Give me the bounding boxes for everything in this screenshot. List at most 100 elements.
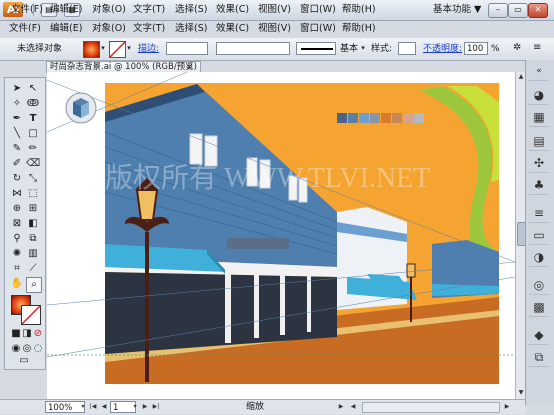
zoom-tool-icon[interactable]: ⌕ [26, 277, 42, 293]
lasso-tool-icon[interactable]: ↂ [26, 97, 40, 111]
free-transform-tool-icon[interactable]: ⬚ [26, 187, 40, 201]
rotate-tool-icon[interactable]: ↻ [10, 172, 24, 186]
menu-select[interactable]: 选择(S) [175, 4, 207, 16]
gradient-tool-icon[interactable]: ◧ [26, 217, 40, 231]
menu-view[interactable]: 视图(V) [258, 4, 291, 16]
none-mode-icon[interactable]: ⊘ [31, 327, 45, 341]
appearance-panel-icon[interactable]: ◎ [529, 276, 549, 295]
selection-tool-icon[interactable]: ➤ [10, 82, 24, 96]
shape-builder-tool-icon[interactable]: ⊕ [10, 202, 24, 216]
artwork: 版权所有 WWW.TLVI.NET [46, 71, 516, 384]
scroll-right-icon[interactable]: ▶ [502, 402, 512, 412]
mesh-tool-icon[interactable]: ⊠ [10, 217, 24, 231]
menu-type-row[interactable]: 文字(T) [133, 23, 165, 35]
first-artboard-icon[interactable]: |◀ [88, 402, 98, 412]
eraser-tool-icon[interactable]: ⌫ [26, 157, 40, 171]
close-icon[interactable]: ✕ [528, 3, 548, 18]
graphic-style-swatch[interactable] [398, 42, 416, 55]
menu-type[interactable]: 文字(T) [133, 4, 165, 16]
direct-selection-tool-icon[interactable]: ↖ [26, 82, 40, 96]
minimize-icon[interactable]: – [488, 3, 508, 18]
magic-wand-tool-icon[interactable]: ✧ [10, 97, 24, 111]
menu-object-row[interactable]: 对象(O) [92, 23, 126, 35]
hand-tool-icon[interactable]: ✋ [10, 277, 24, 291]
perspective-grid-tool-icon[interactable]: ⊞ [26, 202, 40, 216]
horizontal-scroll-track[interactable] [362, 402, 500, 413]
paintbrush-tool-icon[interactable]: ✎ [10, 142, 24, 156]
scroll-left-icon[interactable]: ◀ [348, 402, 358, 412]
blob-brush-tool-icon[interactable]: ✐ [10, 157, 24, 171]
column-graph-tool-icon[interactable]: ▥ [26, 247, 40, 261]
document-canvas[interactable]: 版权所有 WWW.TLVI.NET [46, 71, 516, 399]
workspace-switcher[interactable]: 基本功能 ▼ [433, 4, 481, 16]
stroke-color-box[interactable] [21, 305, 41, 325]
transparency-panel-icon[interactable]: ◑ [529, 248, 549, 267]
color-panel-icon[interactable]: ◕ [529, 86, 549, 105]
layers-panel-icon[interactable]: ◆ [529, 326, 549, 345]
graphic-styles-panel-icon[interactable]: ▩ [529, 298, 549, 317]
restore-icon[interactable]: ▭ [508, 3, 528, 18]
brush-dropdown-icon[interactable]: ▾ [359, 42, 367, 54]
menu-file-row[interactable]: 文件(F) [9, 23, 41, 35]
symbols-panel-icon[interactable]: ♣ [529, 176, 549, 195]
document-tab-title: 时尚杂志背景.ai @ 100% (RGB/预览) [50, 62, 197, 72]
menu-help[interactable]: 帮助(H) [342, 4, 376, 16]
stroke-swatch[interactable] [109, 41, 126, 58]
pen-tool-icon[interactable]: ✒ [10, 112, 24, 126]
menu-object[interactable]: 对象(O) [92, 4, 126, 16]
menu-effect[interactable]: 效果(C) [216, 4, 249, 16]
menu-edit-row[interactable]: 编辑(E) [50, 23, 82, 35]
status-text: 缩放 [246, 402, 265, 412]
artboard-dropdown-icon[interactable]: ▾ [130, 402, 140, 412]
align-panel-icon[interactable]: ≡ [533, 42, 541, 54]
menu-view-row[interactable]: 视图(V) [258, 23, 291, 35]
menu-window-row[interactable]: 窗口(W) [300, 23, 336, 35]
swatches-panel-icon[interactable]: ▤ [529, 132, 549, 151]
menu-ribbon: 文件(F) 编辑(E) 对象(O) 文字(T) 选择(S) 效果(C) 视图(V… [0, 21, 554, 37]
scale-tool-icon[interactable]: ⤡ [26, 172, 40, 186]
selection-status: 未选择对象 [17, 44, 63, 54]
opacity-label-link[interactable]: 不透明度: [423, 44, 462, 55]
symbol-sprayer-tool-icon[interactable]: ✺ [10, 247, 24, 261]
menu-effect-row[interactable]: 效果(C) [216, 23, 249, 35]
line-tool-icon[interactable]: ╲ [10, 127, 24, 141]
next-artboard-icon[interactable]: ▶ [140, 402, 150, 412]
stroke-weight-field[interactable] [166, 42, 208, 55]
menu-edit[interactable]: 编辑(E) [50, 4, 82, 16]
illustrator-window: Ai ▤ ▦ 文件(F) 编辑(E) 对象(O) 文字(T) 选择(S) 效果(… [0, 0, 554, 415]
type-tool-icon[interactable]: T [26, 112, 40, 126]
blend-tool-icon[interactable]: ⧉ [26, 232, 40, 246]
eyedropper-tool-icon[interactable]: ⚲ [10, 232, 24, 246]
width-tool-icon[interactable]: ⋈ [10, 187, 24, 201]
menu-help-row[interactable]: 帮助(H) [342, 23, 376, 35]
pencil-tool-icon[interactable]: ✏ [26, 142, 40, 156]
previous-artboard-icon[interactable]: ◀ [99, 402, 109, 412]
close-tab-icon[interactable]: × [186, 61, 193, 72]
status-menu-icon[interactable]: ▶ [336, 402, 346, 412]
brushes-panel-icon[interactable]: ✣ [529, 154, 549, 173]
variable-width-select[interactable] [216, 42, 290, 55]
stroke-dropdown-icon[interactable]: ▾ [125, 42, 133, 54]
gradient-panel-icon[interactable]: ▭ [529, 226, 549, 245]
stroke-label-link[interactable]: 描边: [138, 44, 159, 55]
opacity-input[interactable]: 100 [464, 42, 488, 55]
rectangle-tool-icon[interactable]: □ [26, 127, 40, 141]
menu-file[interactable]: 文件(F) [11, 4, 43, 16]
brush-stroke-preview[interactable] [296, 42, 336, 55]
last-artboard-icon[interactable]: ▶| [151, 402, 161, 412]
menu-select-row[interactable]: 选择(S) [175, 23, 207, 35]
screen-mode-icon[interactable]: ▭ [17, 354, 31, 368]
color-guide-icon[interactable]: ▦ [529, 108, 549, 127]
draw-inside-icon[interactable]: ◌ [31, 342, 45, 356]
artboard-tool-icon[interactable]: ⌗ [10, 262, 24, 276]
zoom-dropdown-icon[interactable]: ▾ [78, 402, 88, 412]
collapse-panels-icon[interactable]: « [529, 62, 549, 81]
fill-swatch[interactable] [83, 41, 100, 58]
menu-window[interactable]: 窗口(W) [300, 4, 336, 16]
fill-dropdown-icon[interactable]: ▾ [99, 42, 107, 54]
slice-tool-icon[interactable]: ⟋ [26, 262, 40, 276]
artboards-panel-icon[interactable]: ⧉ [529, 348, 549, 367]
stroke-panel-icon[interactable]: ≡ [529, 204, 549, 223]
opacity-unit: % [491, 44, 500, 54]
recolor-artwork-icon[interactable]: ✲ [513, 42, 521, 54]
